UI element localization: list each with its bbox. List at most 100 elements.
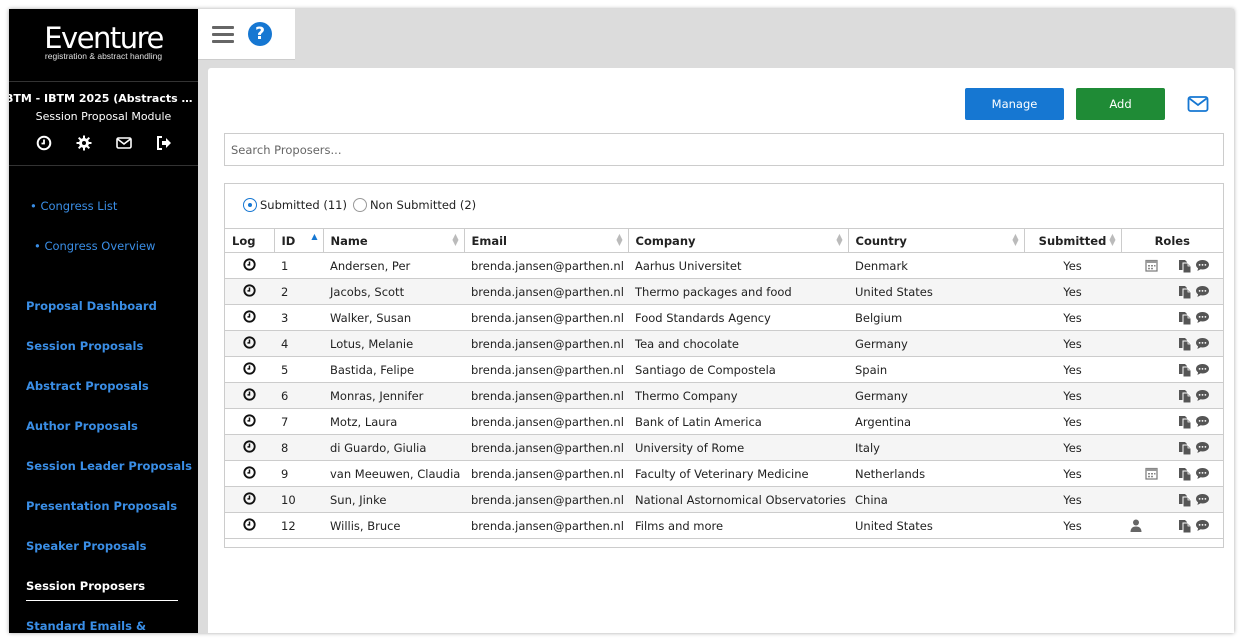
country-cell: Spain <box>848 356 1024 383</box>
copy-icon[interactable] <box>1178 285 1192 302</box>
sidebar-item-presentation-proposals[interactable]: Presentation Proposals <box>9 498 198 538</box>
submitted-cell: Yes <box>1024 356 1121 383</box>
email-icon[interactable] <box>1187 95 1209 116</box>
log-clock-icon[interactable] <box>243 465 256 482</box>
log-clock-icon[interactable] <box>243 439 256 456</box>
add-proposer-button[interactable]: Add Proposer <box>1076 88 1165 143</box>
name-cell: Andersen, Per <box>323 252 464 279</box>
log-clock-icon[interactable] <box>243 257 256 274</box>
sidebar-item-session-leader-proposals[interactable]: Session Leader Proposals <box>9 458 198 498</box>
help-icon[interactable]: ? <box>248 22 272 46</box>
log-clock-icon[interactable] <box>243 491 256 508</box>
copy-icon[interactable] <box>1178 311 1192 328</box>
copy-icon[interactable] <box>1178 259 1192 276</box>
log-clock-icon[interactable] <box>243 517 256 534</box>
copy-icon[interactable] <box>1178 441 1192 458</box>
sidebar-item-congress-list[interactable]: • Congress List <box>9 194 198 234</box>
copy-icon[interactable] <box>1178 415 1192 432</box>
envelope-icon[interactable] <box>104 135 144 151</box>
comment-icon[interactable] <box>1195 415 1210 431</box>
column-header-company[interactable]: Company ▲ ▼ <box>628 228 849 253</box>
filter-submitted-radio[interactable]: Submitted (11) <box>243 198 347 212</box>
country-cell: United States <box>848 512 1024 539</box>
comment-icon[interactable] <box>1195 493 1210 509</box>
sidebar-subnav: • Congress List • Congress Overview <box>9 166 198 274</box>
table-row: 7 Motz, Laura brenda.jansen@parthen.nl Bank… <box>225 408 1223 435</box>
column-header-email[interactable]: Email ▲ ▼ <box>464 228 629 253</box>
email-cell: brenda.jansen@parthen.nl <box>464 278 628 305</box>
id-cell: 6 <box>274 382 323 409</box>
country-cell: Netherlands <box>848 460 1024 487</box>
log-cell <box>225 252 274 279</box>
comment-icon[interactable] <box>1195 259 1210 275</box>
id-cell: 3 <box>274 304 323 331</box>
proposers-table: Log ID ▲ Name ▲ ▼ Email ▲ ▼ Company ▲ ▼ Country… <box>225 228 1223 539</box>
log-clock-icon[interactable] <box>243 387 256 404</box>
roles-cell <box>1121 278 1223 305</box>
sidebar-item-proposal-dashboard[interactable]: Proposal Dashboard <box>9 298 198 338</box>
clock-icon[interactable] <box>24 135 64 151</box>
column-header-id[interactable]: ID ▲ <box>274 228 324 253</box>
comment-icon[interactable] <box>1195 311 1210 327</box>
company-cell: National Astornomical Observatories <box>628 486 848 513</box>
id-cell: 8 <box>274 434 323 461</box>
copy-icon[interactable] <box>1178 337 1192 354</box>
id-cell: 7 <box>274 408 323 435</box>
logo[interactable]: Eventure registration & abstract handlin… <box>9 9 198 82</box>
comment-icon[interactable] <box>1195 519 1210 535</box>
hamburger-menu-icon[interactable] <box>212 22 234 47</box>
log-clock-icon[interactable] <box>243 309 256 326</box>
sidebar-nav: Proposal Dashboard Session Proposals Abs… <box>9 274 198 633</box>
log-clock-icon[interactable] <box>243 335 256 352</box>
column-header-country[interactable]: Country ▲ ▼ <box>848 228 1025 253</box>
search-input[interactable] <box>224 133 1224 166</box>
sidebar-item-label: Abstract Proposals <box>26 379 149 393</box>
log-clock-icon[interactable] <box>243 413 256 430</box>
comment-icon[interactable] <box>1195 363 1210 379</box>
name-cell: van Meeuwen, Claudia <box>323 460 464 487</box>
gear-icon[interactable] <box>64 135 104 151</box>
calendar-icon[interactable] <box>1145 467 1158 483</box>
comment-icon[interactable] <box>1195 389 1210 405</box>
log-cell <box>225 512 274 539</box>
roles-cell <box>1121 304 1223 331</box>
app-frame: Eventure registration & abstract handlin… <box>9 9 1234 633</box>
sidebar-item-speaker-proposals[interactable]: Speaker Proposals <box>9 538 198 578</box>
sidebar-item-author-proposals[interactable]: Author Proposals <box>9 418 198 458</box>
copy-icon[interactable] <box>1178 519 1192 536</box>
comment-icon[interactable] <box>1195 285 1210 301</box>
sidebar-item-standard-emails-settings[interactable]: Standard Emails & Settings <box>9 618 198 633</box>
column-header-name[interactable]: Name ▲ ▼ <box>323 228 465 253</box>
column-header-log[interactable]: Log <box>225 228 275 253</box>
sidebar-item-session-proposals[interactable]: Session Proposals <box>9 338 198 378</box>
id-cell: 1 <box>274 252 323 279</box>
manage-people-button[interactable]: Manage People <box>965 88 1064 143</box>
filter-non-submitted-radio[interactable]: Non Submitted (2) <box>352 198 477 212</box>
company-cell: Tea and chocolate <box>628 330 848 357</box>
copy-icon[interactable] <box>1178 363 1192 380</box>
logout-icon[interactable] <box>144 135 184 151</box>
person-icon[interactable] <box>1130 519 1142 535</box>
sidebar-item-abstract-proposals[interactable]: Abstract Proposals <box>9 378 198 418</box>
sort-icon: ▲ ▼ <box>836 232 843 247</box>
comment-icon[interactable] <box>1195 441 1210 457</box>
sidebar-item-congress-overview[interactable]: • Congress Overview <box>9 234 198 274</box>
log-clock-icon[interactable] <box>243 361 256 378</box>
sidebar-item-session-proposers[interactable]: Session Proposers <box>9 578 198 618</box>
calendar-icon[interactable] <box>1145 259 1158 275</box>
roles-cell <box>1121 486 1223 513</box>
copy-icon[interactable] <box>1178 493 1192 510</box>
country-cell: Germany <box>848 382 1024 409</box>
comment-icon[interactable] <box>1195 337 1210 353</box>
filter-non-submitted-label: Non Submitted (2) <box>369 198 477 212</box>
log-clock-icon[interactable] <box>243 283 256 300</box>
copy-icon[interactable] <box>1178 467 1192 484</box>
log-cell <box>225 382 274 409</box>
copy-icon[interactable] <box>1178 389 1192 406</box>
country-cell: United States <box>848 278 1024 305</box>
column-header-submitted[interactable]: Submitted ▲ ▼ <box>1024 228 1122 253</box>
roles-cell <box>1121 408 1223 435</box>
sidebar: Eventure registration & abstract handlin… <box>9 9 198 633</box>
country-cell: China <box>848 486 1024 513</box>
comment-icon[interactable] <box>1195 467 1210 483</box>
